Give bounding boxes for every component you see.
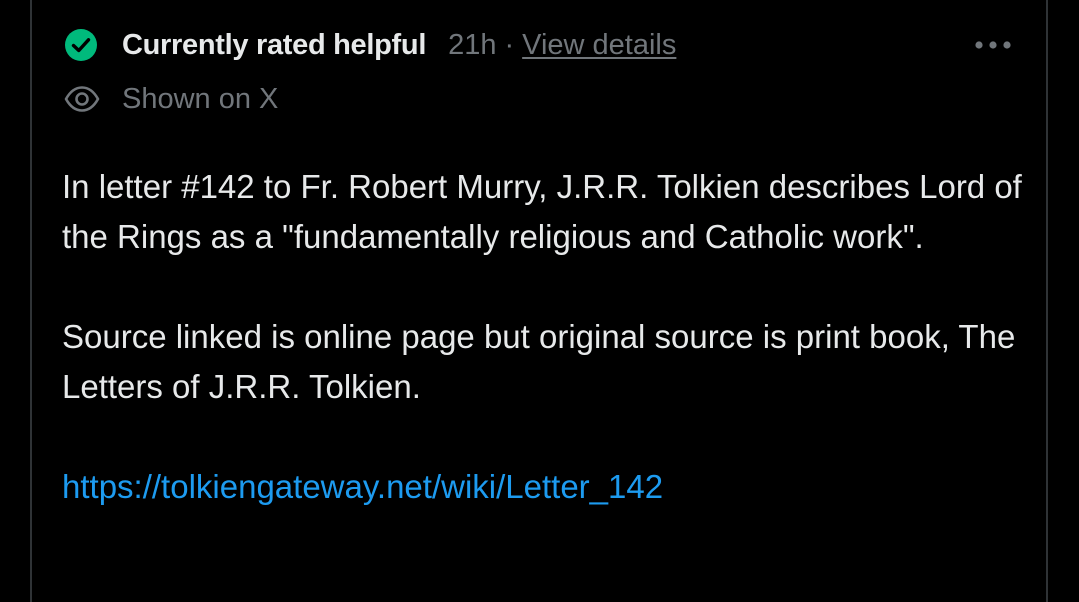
source-link[interactable]: https://tolkiengateway.net/wiki/Letter_1… xyxy=(62,468,663,505)
shown-on-label: Shown on X xyxy=(122,82,279,115)
note-source-paragraph: https://tolkiengateway.net/wiki/Letter_1… xyxy=(62,462,1032,512)
note-status-row: Currently rated helpful 21h · View detai… xyxy=(64,26,676,64)
check-circle-icon xyxy=(64,28,98,62)
note-paragraph-2: Source linked is online page but origina… xyxy=(62,318,1016,405)
more-horizontal-icon xyxy=(973,40,1013,50)
note-paragraph-1: In letter #142 to Fr. Robert Murry, J.R.… xyxy=(62,168,1022,255)
view-details-link[interactable]: View details xyxy=(522,29,676,62)
separator-dot: · xyxy=(504,28,515,61)
note-status-title: Currently rated helpful xyxy=(122,28,427,61)
community-note-card: Currently rated helpful 21h · View detai… xyxy=(30,0,1048,602)
shown-on-row: Shown on X xyxy=(64,80,278,118)
more-options-button[interactable] xyxy=(968,28,1018,62)
eye-icon xyxy=(64,81,100,117)
note-timestamp: 21h xyxy=(448,28,497,61)
note-body: In letter #142 to Fr. Robert Murry, J.R.… xyxy=(62,162,1032,562)
